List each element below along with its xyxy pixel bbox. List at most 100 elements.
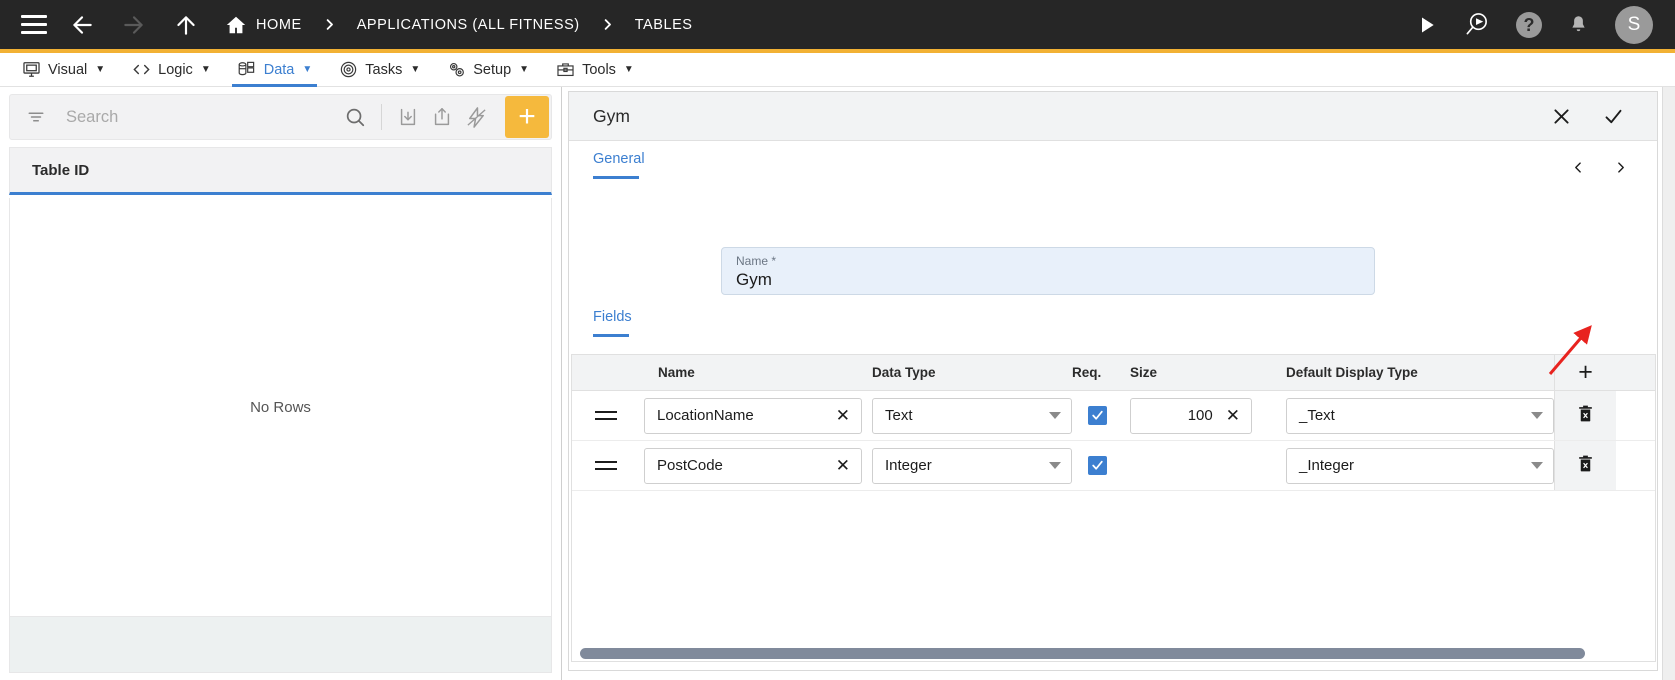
bell-icon[interactable]	[1568, 13, 1589, 37]
topbar-actions: ? S	[1391, 5, 1675, 44]
required-checkbox[interactable]	[1087, 406, 1107, 425]
menu-label-tools: Tools	[582, 61, 616, 78]
breadcrumb-applications[interactable]: APPLICATIONS (ALL FITNESS)	[357, 17, 580, 33]
menu-item-data[interactable]: Data ▼	[224, 53, 326, 87]
field-name-cell: LocationName ✕	[640, 397, 862, 434]
menu-label-visual: Visual	[48, 61, 88, 78]
row-drag-handle-icon[interactable]	[572, 410, 640, 422]
vertical-scrollbar[interactable]	[1662, 87, 1675, 680]
field-size-input[interactable]	[1130, 448, 1252, 484]
menu-item-tools[interactable]: Tools ▼	[542, 53, 647, 86]
trash-icon[interactable]	[1576, 403, 1595, 429]
chevron-down-icon-visual: ▼	[95, 64, 106, 75]
monitor-icon	[21, 60, 41, 80]
field-display-type-cell: _Integer	[1272, 447, 1554, 484]
field-name-value: PostCode	[657, 457, 723, 474]
data-type-value: Text	[885, 407, 913, 424]
menu-label-setup: Setup	[473, 61, 512, 78]
toolbar-divider	[381, 104, 382, 130]
top-navigation-bar: HOME APPLICATIONS (ALL FITNESS) TABLES ?…	[0, 0, 1675, 49]
default-display-type-select[interactable]: _Text	[1286, 397, 1554, 434]
tables-grid-footer	[9, 616, 552, 673]
column-header-table-id[interactable]: Table ID	[32, 162, 89, 179]
up-arrow-icon[interactable]	[169, 8, 203, 42]
field-name-cell: PostCode ✕	[640, 447, 862, 484]
forward-arrow-icon[interactable]	[117, 8, 151, 42]
field-data-type-cell: Text	[862, 397, 1072, 434]
filter-icon[interactable]	[24, 107, 50, 127]
add-table-button[interactable]: +	[505, 96, 549, 138]
record-pager	[1551, 153, 1635, 181]
field-name-input[interactable]: LocationName ✕	[644, 397, 862, 434]
home-icon[interactable]	[225, 14, 247, 36]
fields-table-header: Name Data Type Req. Size Default Display…	[572, 355, 1655, 391]
field-name-input[interactable]: PostCode ✕	[644, 447, 862, 484]
menu-item-visual[interactable]: Visual ▼	[8, 53, 118, 86]
name-field[interactable]: Name * Gym	[721, 247, 1375, 295]
field-size-cell: 100 ✕	[1122, 397, 1272, 434]
name-field-value: Gym	[736, 270, 772, 289]
tab-general[interactable]: General	[593, 151, 645, 179]
menu-item-logic[interactable]: Logic ▼	[118, 53, 224, 86]
field-required-cell	[1072, 456, 1122, 475]
play-icon[interactable]	[1417, 15, 1437, 35]
hamburger-menu-icon[interactable]	[21, 15, 47, 34]
magnifier-icon[interactable]	[338, 103, 372, 131]
confirm-check-icon[interactable]	[1595, 98, 1631, 134]
menu-label-logic: Logic	[158, 61, 193, 78]
chevron-left-icon[interactable]	[1563, 153, 1593, 181]
table-empty-area	[572, 491, 1655, 651]
chevron-right-icon[interactable]	[1605, 153, 1635, 181]
column-header-size: Size	[1130, 365, 1158, 380]
trash-icon[interactable]	[1576, 453, 1595, 479]
back-arrow-icon[interactable]	[65, 8, 99, 42]
horizontal-scrollbar[interactable]	[574, 645, 1655, 661]
tables-grid-header: Table ID	[9, 147, 552, 195]
menu-label-data: Data	[263, 61, 295, 78]
chevron-down-icon	[1531, 412, 1543, 419]
chevron-down-icon-logic: ▼	[200, 64, 211, 75]
user-avatar[interactable]: S	[1615, 5, 1653, 44]
clear-icon[interactable]: ✕	[833, 406, 853, 426]
field-size-value: 100	[1187, 407, 1213, 424]
horizontal-scrollbar-thumb[interactable]	[580, 648, 1585, 659]
fields-table: Name Data Type Req. Size Default Display…	[571, 354, 1656, 662]
required-checkbox[interactable]	[1087, 456, 1107, 475]
field-display-type-cell: _Text	[1272, 397, 1554, 434]
detail-header: Gym	[569, 92, 1657, 141]
clear-icon[interactable]: ✕	[833, 456, 853, 476]
menu-item-tasks[interactable]: Tasks ▼	[325, 53, 433, 86]
tab-fields[interactable]: Fields	[593, 309, 632, 337]
add-field-button-cell: +	[1554, 355, 1616, 390]
breadcrumb-tables[interactable]: TABLES	[635, 17, 693, 33]
chevron-down-icon-tools: ▼	[623, 64, 634, 75]
row-drag-handle-icon[interactable]	[572, 460, 640, 472]
data-type-select[interactable]: Integer	[872, 447, 1072, 484]
workspace: + Table ID No Rows Gym	[0, 87, 1675, 680]
close-icon[interactable]	[1543, 98, 1579, 134]
table-row: PostCode ✕ Integer _Integer	[572, 441, 1655, 491]
clear-icon[interactable]: ✕	[1223, 406, 1243, 426]
chevron-down-icon-setup: ▼	[519, 64, 530, 75]
default-display-type-value: _Text	[1299, 407, 1335, 424]
data-type-select[interactable]: Text	[872, 397, 1072, 434]
default-display-type-value: _Integer	[1299, 457, 1355, 474]
add-field-button[interactable]: +	[1578, 360, 1593, 385]
detail-header-actions	[1527, 98, 1657, 134]
menu-item-setup[interactable]: Setup ▼	[433, 53, 542, 86]
row-actions-cell	[1554, 441, 1616, 490]
search-run-icon[interactable]	[1463, 11, 1490, 38]
default-display-type-select[interactable]: _Integer	[1286, 447, 1554, 484]
field-size-input[interactable]: 100 ✕	[1130, 397, 1252, 434]
breadcrumb-home[interactable]: HOME	[256, 17, 302, 33]
database-icon	[237, 60, 257, 80]
import-download-icon[interactable]	[391, 103, 425, 131]
lightning-bolt-icon[interactable]	[459, 103, 493, 131]
gears-icon	[446, 60, 466, 80]
field-required-cell	[1072, 406, 1122, 425]
search-toolbar: +	[9, 94, 552, 140]
search-input[interactable]	[66, 107, 338, 127]
help-icon[interactable]: ?	[1516, 11, 1542, 38]
export-upload-icon[interactable]	[425, 103, 459, 131]
column-header-data-type: Data Type	[872, 365, 936, 380]
